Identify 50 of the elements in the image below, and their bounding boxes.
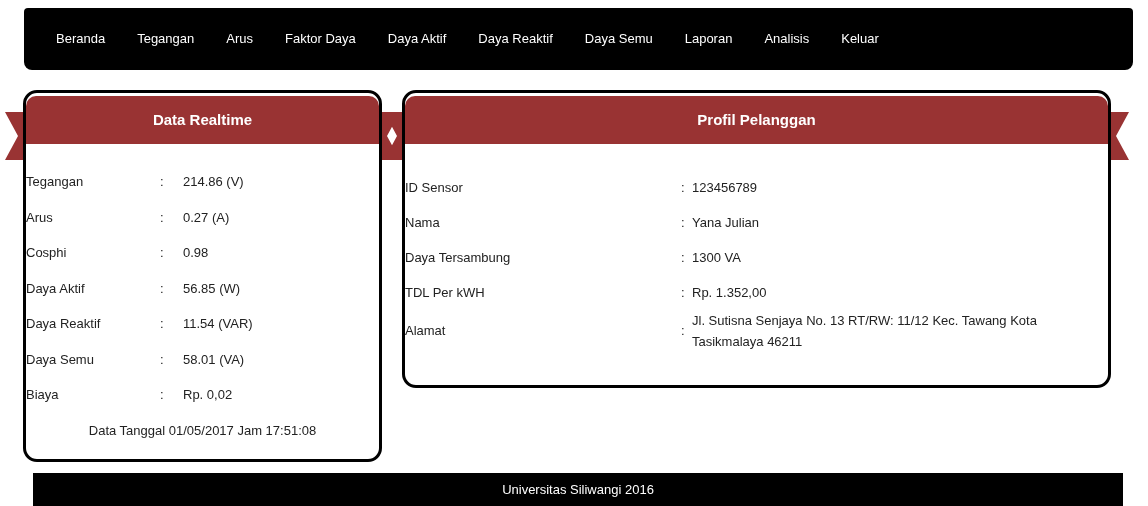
field-label: Cosphi [26, 244, 68, 262]
nav-link[interactable]: Beranda [40, 25, 122, 53]
field-value: Jl. Sutisna Senjaya No. 13 RT/RW: 11/12 Kec. Tawang Kota Tasikmalaya 46211 [692, 312, 1038, 351]
field-label: Daya Reaktif [26, 315, 102, 333]
colon: : [681, 214, 685, 230]
field-label: Alamat [405, 322, 447, 341]
nav-link[interactable]: Daya Semu [568, 25, 669, 53]
field-label: TDL Per kWH [405, 283, 486, 302]
field-value: 0.27 (A) [183, 208, 230, 227]
colon: : [160, 351, 164, 367]
field-label: Tegangan [26, 173, 85, 191]
nav-link[interactable]: Daya Reaktif [462, 25, 569, 53]
nav-link[interactable]: Arus [210, 25, 269, 53]
timestamp-text: Data Tanggal 01/05/2017 Jam 17:51:08 [87, 421, 318, 440]
colon: : [160, 387, 164, 402]
colon: : [160, 245, 164, 260]
field-label: Daya Semu [26, 350, 95, 369]
card-title: Profil Pelanggan [697, 109, 816, 130]
field-value: Yana Julian [692, 214, 759, 232]
nav-link[interactable]: Faktor Daya [269, 25, 372, 53]
footer-text: Universitas Siliwangi 2016 [502, 480, 654, 499]
colon: : [681, 249, 685, 265]
nav-link[interactable]: Daya Aktif [371, 25, 463, 53]
field-value: 56.85 (W) [183, 279, 241, 298]
colon: : [160, 316, 164, 331]
field-label: Biaya [26, 386, 60, 404]
field-value: 214.86 (V) [183, 173, 244, 192]
field-label: ID Sensor [405, 178, 464, 197]
field-value: 123456789 [692, 179, 758, 197]
field-label: Nama [405, 213, 441, 232]
field-value: 11.54 (VAR) [183, 315, 253, 334]
colon: : [681, 323, 685, 339]
colon: : [681, 179, 685, 195]
nav-link[interactable]: Analisis [748, 25, 826, 53]
field-value: 58.01 (VA) [183, 350, 245, 369]
colon: : [160, 209, 164, 225]
field-value: Rp. 1.352,00 [692, 284, 767, 302]
nav-link[interactable]: Keluar [825, 25, 895, 53]
colon: : [160, 174, 164, 189]
nav-link[interactable]: Tegangan [121, 25, 211, 53]
nav-link[interactable]: Laporan [668, 25, 749, 53]
field-value: Rp. 0,02 [183, 386, 233, 405]
field-value: 1300 VA [692, 249, 741, 267]
field-label: Daya Aktif [26, 279, 86, 298]
colon: : [160, 280, 164, 296]
field-label: Daya Tersambung [405, 248, 512, 267]
field-label: Arus [26, 208, 54, 227]
card-title: Data Realtime [152, 109, 253, 130]
field-value: 0.98 [183, 244, 209, 263]
colon: : [681, 284, 685, 300]
